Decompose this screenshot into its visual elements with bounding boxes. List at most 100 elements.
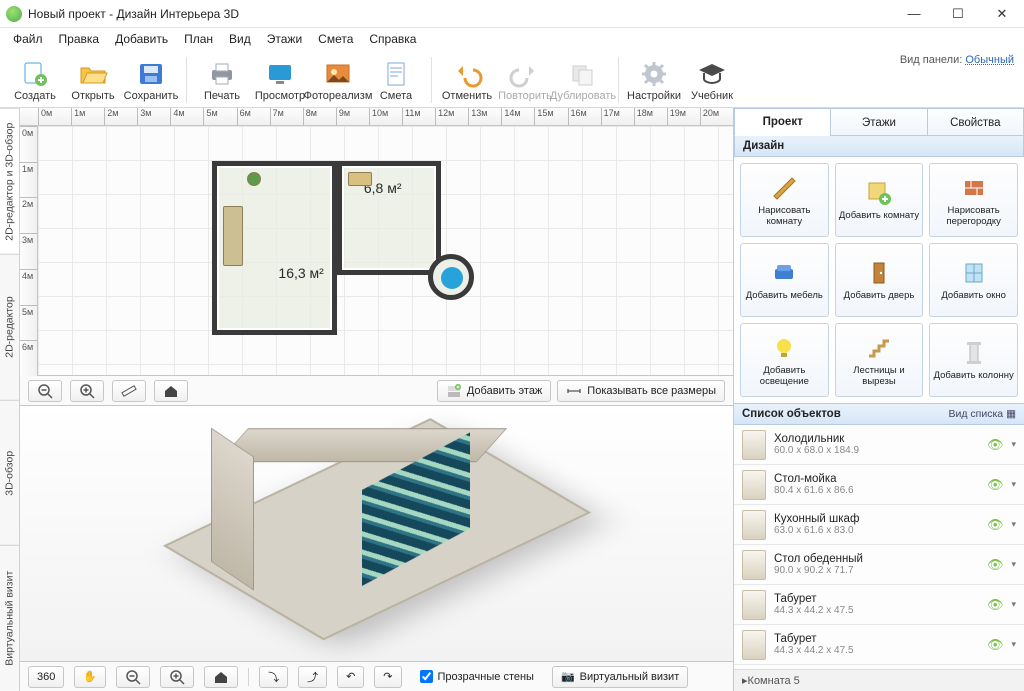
toolbar-settings[interactable]: Настройки (625, 58, 683, 102)
room-wc[interactable] (428, 254, 474, 300)
visibility-icon[interactable]: 👁 (987, 517, 1004, 533)
object-item[interactable]: Холодильник60.0 x 68.0 x 184.9👁▾ (734, 425, 1024, 465)
toolbar-print[interactable]: Печать (193, 58, 251, 102)
panel-mode-link[interactable]: Обычный (965, 54, 1014, 66)
object-dimensions: 80.4 x 61.6 x 86.6 (774, 485, 979, 496)
furniture-counter[interactable] (348, 172, 372, 186)
toolbar-photoreal[interactable]: Фотореализм (309, 58, 367, 102)
plan-canvas[interactable]: 16,3 м² 6,8 м² (38, 126, 733, 376)
object-menu-icon[interactable]: ▾ (1011, 639, 1016, 650)
close-button[interactable]: ✕ (980, 0, 1024, 28)
object-menu-icon[interactable]: ▾ (1011, 439, 1016, 450)
menu-edit[interactable]: Правка (52, 30, 107, 48)
toolbar-new[interactable]: Создать (6, 58, 64, 102)
design-add-room[interactable]: Добавить комнату (835, 163, 924, 237)
furniture-toilet[interactable] (441, 267, 463, 289)
rotate-left[interactable]: ↶ (337, 666, 364, 688)
object-list[interactable]: Холодильник60.0 x 68.0 x 184.9👁▾Стол-мой… (734, 425, 1024, 669)
design-add-lighting[interactable]: Добавить освещение (740, 323, 829, 397)
home-3d[interactable] (204, 666, 238, 688)
zoom-out-3d[interactable] (116, 666, 150, 688)
object-menu-icon[interactable]: ▾ (1011, 479, 1016, 490)
zoom-in-3d[interactable] (160, 666, 194, 688)
lefttab-3d[interactable]: 3D-обзор (0, 400, 19, 546)
measure-tool[interactable] (112, 380, 146, 402)
room-1[interactable]: 16,3 м² (212, 161, 337, 335)
left-tabs: 2D-редактор и 3D-обзор 2D-редактор 3D-об… (0, 108, 20, 691)
object-item[interactable]: Стол-мойка80.4 x 61.6 x 86.6👁▾ (734, 465, 1024, 505)
toolbar-preview[interactable]: Просмотр (251, 58, 309, 102)
tab-floors[interactable]: Этажи (830, 108, 926, 136)
design-add-window[interactable]: Добавить окно (929, 243, 1018, 317)
object-thumb (742, 550, 766, 580)
object-menu-icon[interactable]: ▾ (1011, 559, 1016, 570)
titlebar: Новый проект - Дизайн Интерьера 3D — ☐ ✕ (0, 0, 1024, 28)
minimize-button[interactable]: — (892, 0, 936, 28)
visibility-icon[interactable]: 👁 (987, 637, 1004, 653)
tab-properties[interactable]: Свойства (927, 108, 1024, 136)
toolbar-estimate[interactable]: Смета (367, 58, 425, 102)
menu-view[interactable]: Вид (222, 30, 258, 48)
furniture-plant[interactable] (247, 172, 261, 186)
tilt-up[interactable]: ⤴ (298, 666, 327, 688)
visibility-icon[interactable]: 👁 (987, 557, 1004, 573)
menu-file[interactable]: Файл (6, 30, 50, 48)
view-list-icon[interactable]: ▦ (1006, 408, 1016, 420)
rotate-360[interactable]: 360 (28, 666, 64, 688)
visibility-icon[interactable]: 👁 (987, 477, 1004, 493)
home-2d[interactable] (154, 380, 188, 402)
menu-help[interactable]: Справка (362, 30, 423, 48)
toolbar-open[interactable]: Открыть (64, 58, 122, 102)
menu-estimate[interactable]: Смета (311, 30, 360, 48)
toolbar-redo: Повторить (496, 58, 554, 102)
design-stairs-cutouts[interactable]: Лестницы и вырезы (835, 323, 924, 397)
design-header: Дизайн (734, 135, 1024, 157)
design-add-door[interactable]: Добавить дверь (835, 243, 924, 317)
show-dimensions-button[interactable]: Показывать все размеры (557, 380, 725, 402)
design-add-column[interactable]: Добавить колонну (929, 323, 1018, 397)
room-2[interactable]: 6,8 м² (337, 161, 441, 276)
design-add-furniture[interactable]: Добавить мебель (740, 243, 829, 317)
menu-plan[interactable]: План (177, 30, 220, 48)
transparent-walls-check[interactable]: Прозрачные стены (412, 666, 542, 688)
virtual-visit-button[interactable]: 📷 Виртуальный визит (552, 666, 688, 688)
main-toolbar: Создать Открыть Сохранить Печать Просмот… (0, 50, 1024, 108)
lefttab-2d-3d[interactable]: 2D-редактор и 3D-обзор (0, 108, 19, 254)
toolbar-tutorial[interactable]: Учебник (683, 58, 741, 102)
tilt-down[interactable]: ⤵ (259, 666, 288, 688)
object-item[interactable]: Стол обеденный90.0 x 90.2 x 71.7👁▾ (734, 545, 1024, 585)
rotate-right[interactable]: ↷ (374, 666, 401, 688)
tab-project[interactable]: Проект (734, 108, 830, 136)
pan-tool[interactable]: ✋ (74, 666, 106, 688)
menu-add[interactable]: Добавить (108, 30, 175, 48)
view-3d[interactable] (20, 406, 733, 661)
design-draw-partition[interactable]: Нарисовать перегородку (929, 163, 1018, 237)
ruler-vertical: 0м1м2м3м4м5м6м (20, 126, 38, 376)
window-title: Новый проект - Дизайн Интерьера 3D (28, 7, 892, 21)
toolbar-undo[interactable]: Отменить (438, 58, 496, 102)
object-item[interactable]: Табурет44.3 x 44.2 x 47.5👁▾ (734, 585, 1024, 625)
object-thumb (742, 590, 766, 620)
room-1-area: 16,3 м² (278, 265, 323, 281)
object-item[interactable]: Табурет44.3 x 44.2 x 47.5👁▾ (734, 625, 1024, 665)
furniture-sofa[interactable] (223, 206, 243, 266)
object-menu-icon[interactable]: ▾ (1011, 599, 1016, 610)
maximize-button[interactable]: ☐ (936, 0, 980, 28)
zoom-out-2d[interactable] (28, 380, 62, 402)
toolbar-save[interactable]: Сохранить (122, 58, 180, 102)
object-menu-icon[interactable]: ▾ (1011, 519, 1016, 530)
object-item[interactable]: Кухонный шкаф63.0 x 61.6 x 83.0👁▾ (734, 505, 1024, 545)
zoom-in-2d[interactable] (70, 380, 104, 402)
design-draw-room[interactable]: Нарисовать комнату (740, 163, 829, 237)
object-dimensions: 44.3 x 44.2 x 47.5 (774, 605, 979, 616)
lefttab-2d[interactable]: 2D-редактор (0, 254, 19, 400)
app-icon (6, 6, 22, 22)
lefttab-virtual[interactable]: Виртуальный визит (0, 545, 19, 691)
object-name: Табурет (774, 633, 979, 645)
menu-floors[interactable]: Этажи (260, 30, 309, 48)
add-floor-button[interactable]: Добавить этаж (437, 380, 551, 402)
menubar: Файл Правка Добавить План Вид Этажи Смет… (0, 28, 1024, 50)
visibility-icon[interactable]: 👁 (987, 597, 1004, 613)
object-room-row[interactable]: ▸ Комната 5 (734, 669, 1024, 691)
visibility-icon[interactable]: 👁 (987, 437, 1004, 453)
